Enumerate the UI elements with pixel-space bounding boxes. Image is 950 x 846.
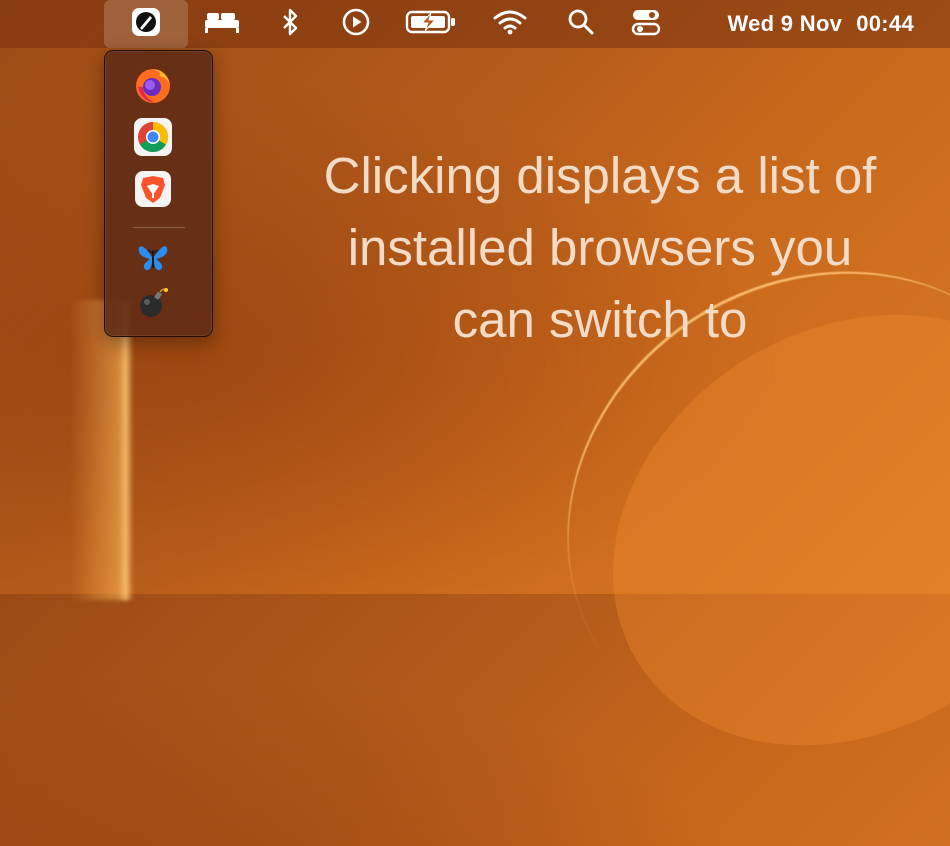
dropdown-item-butterfly[interactable] [133,239,173,279]
bed-icon [203,10,241,39]
browser-switcher-menu-item[interactable] [104,0,188,48]
search-icon [567,8,595,41]
bomb-icon [136,286,170,325]
sleep-menu-item[interactable] [200,0,244,48]
menu-bar-clock[interactable]: Wed 9 Nov 00:44 [727,0,914,48]
bluetooth-icon [280,8,300,41]
chrome-icon [133,117,173,162]
spotlight-menu-item[interactable] [562,0,600,48]
menu-bar: Wed 9 Nov 00:44 [0,0,950,48]
battery-charging-icon [405,9,457,40]
promo-headline: Clicking displays a list of installed br… [270,140,930,356]
butterfly-icon [136,240,170,279]
headline-line-1: Clicking displays a list of [323,147,877,204]
wifi-icon [493,9,527,40]
now-playing-menu-item[interactable] [336,0,376,48]
dropdown-item-chrome[interactable] [133,117,173,162]
browser-switcher-icon [131,7,161,42]
play-icon [341,7,371,42]
dropdown-item-firefox[interactable] [133,67,173,107]
control-center-icon [631,7,661,42]
headline-line-3: can switch to [452,291,748,348]
dropdown-item-brave[interactable] [133,169,173,214]
control-center-menu-item[interactable] [626,0,666,48]
battery-menu-item[interactable] [402,0,460,48]
wifi-menu-item[interactable] [490,0,530,48]
wallpaper-glow [70,300,160,600]
bluetooth-menu-item[interactable] [270,0,310,48]
clock-date: Wed 9 Nov [727,11,843,36]
brave-icon [133,169,173,214]
clock-time: 00:44 [856,11,914,36]
dropdown-separator [133,227,185,228]
browser-list-dropdown [104,50,213,337]
firefox-icon [133,65,173,110]
headline-line-2: installed browsers you [347,219,853,276]
dropdown-item-bomb[interactable] [133,285,173,325]
